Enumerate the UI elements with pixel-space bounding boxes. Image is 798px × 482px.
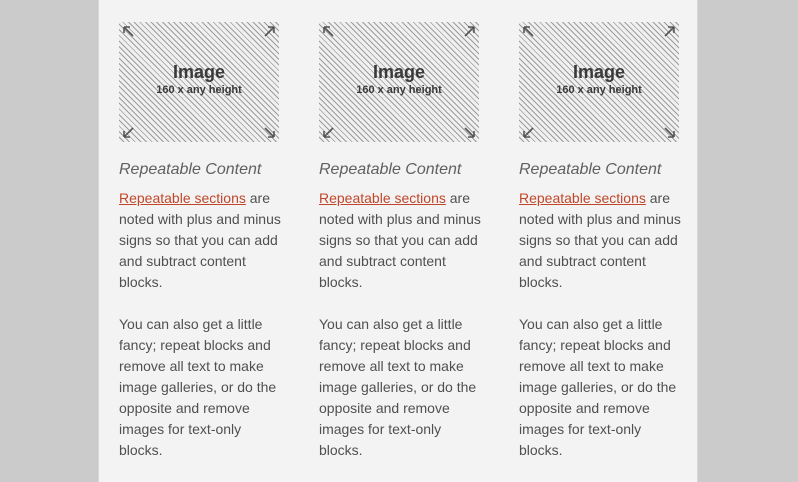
image-placeholder-title: Image (572, 62, 626, 82)
image-placeholder-text: Image 160 x any height (519, 61, 679, 97)
content-column-1: Image 160 x any height Repeatable Conten… (119, 22, 281, 461)
column-heading: Repeatable Content (319, 161, 462, 178)
arrow-up-left-icon (322, 25, 335, 38)
column-paragraph-1: Repeatable sections are noted with plus … (319, 188, 481, 293)
image-placeholder-size: 160 x any height (156, 84, 242, 96)
image-placeholder: Image 160 x any height (519, 22, 679, 142)
column-heading: Repeatable Content (119, 161, 262, 178)
column-paragraph-2: You can also get a little fancy; repeat … (119, 316, 277, 458)
arrow-up-left-icon (122, 25, 135, 38)
image-placeholder-size: 160 x any height (556, 84, 642, 96)
arrow-down-right-icon (663, 126, 676, 139)
arrow-up-right-icon (663, 25, 676, 38)
content-panel: Image 160 x any height Repeatable Conten… (98, 0, 698, 482)
column-heading: Repeatable Content (519, 161, 662, 178)
arrow-down-right-icon (263, 126, 276, 139)
arrow-up-right-icon (463, 25, 476, 38)
content-column-3: Image 160 x any height Repeatable Conten… (519, 22, 681, 461)
image-placeholder: Image 160 x any height (319, 22, 479, 142)
arrow-down-left-icon (122, 126, 135, 139)
repeatable-sections-link[interactable]: Repeatable sections (319, 190, 446, 206)
arrow-up-left-icon (522, 25, 535, 38)
column-paragraph-2: You can also get a little fancy; repeat … (519, 316, 677, 458)
arrow-down-right-icon (463, 126, 476, 139)
image-placeholder-size: 160 x any height (356, 84, 442, 96)
arrow-down-left-icon (522, 126, 535, 139)
image-placeholder-text: Image 160 x any height (319, 61, 479, 97)
column-paragraph-1: Repeatable sections are noted with plus … (119, 188, 281, 293)
content-column-2: Image 160 x any height Repeatable Conten… (319, 22, 481, 461)
arrow-up-right-icon (263, 25, 276, 38)
image-placeholder-text: Image 160 x any height (119, 61, 279, 97)
arrow-down-left-icon (322, 126, 335, 139)
column-paragraph-2: You can also get a little fancy; repeat … (319, 316, 477, 458)
repeatable-sections-link[interactable]: Repeatable sections (119, 190, 246, 206)
image-placeholder-title: Image (172, 62, 226, 82)
image-placeholder: Image 160 x any height (119, 22, 279, 142)
column-paragraph-1: Repeatable sections are noted with plus … (519, 188, 681, 293)
image-placeholder-title: Image (372, 62, 426, 82)
repeatable-sections-link[interactable]: Repeatable sections (519, 190, 646, 206)
